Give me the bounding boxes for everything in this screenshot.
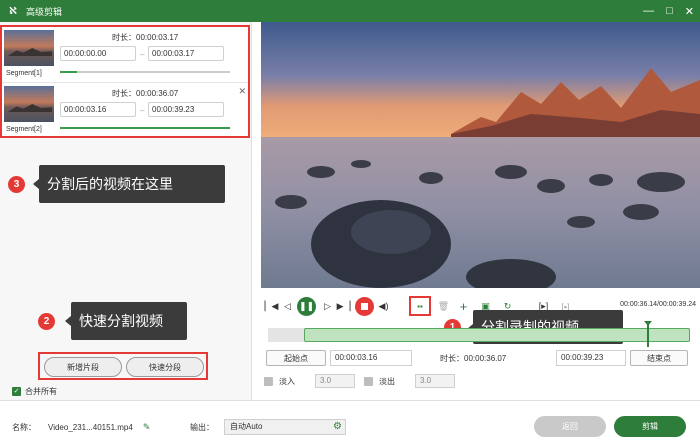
next-icon[interactable]: ▶▕ — [335, 298, 352, 315]
segment-item[interactable]: Segment[1] 时长：00:00:03.17 00:00:00.00 – … — [2, 28, 248, 82]
file-name-group: 名称： Video_231...40151.mp4 ✎ — [12, 422, 150, 433]
callout-3: 3 分割后的视频在这里 — [8, 165, 225, 203]
end-time-field[interactable]: 00:00:39.23 — [556, 350, 626, 366]
trim-duration: 时长：00:00:36.07 — [440, 354, 507, 363]
split-button[interactable]: ▪▪ — [409, 296, 431, 316]
new-segment-button[interactable]: 新增片段 — [44, 357, 122, 377]
bottom-bar: 名称： Video_231...40151.mp4 ✎ 输出： 自动Auto ⚙… — [0, 400, 700, 447]
merge-all-label: 合并所有 — [25, 387, 57, 396]
split-icon: ▪▪ — [417, 301, 423, 311]
segment-progress-fill — [60, 71, 77, 73]
volume-icon[interactable]: ◀) — [375, 298, 392, 315]
segment-thumbnail[interactable] — [4, 30, 54, 66]
output-format-value: 自动Auto — [230, 422, 263, 431]
name-label: 名称： — [12, 423, 36, 432]
segment-label: Segment[1] — [6, 70, 42, 77]
merge-all-option[interactable]: ✓ 合并所有 — [12, 386, 57, 397]
minimize-button[interactable]: — — [643, 5, 654, 17]
maximize-button[interactable]: □ — [666, 5, 673, 17]
gear-icon[interactable]: ⚙ — [333, 420, 342, 434]
timeline-track[interactable] — [268, 321, 690, 347]
output-label: 输出： — [190, 423, 214, 432]
set-end-button[interactable]: 结束点 — [630, 350, 688, 366]
segments-panel: Segment[1] 时长：00:00:03.17 00:00:00.00 – … — [0, 22, 252, 400]
segment-duration: 时长：00:00:36.07 — [112, 89, 179, 98]
segment-start-field[interactable]: 00:00:03.16 — [60, 102, 136, 117]
segment-range-dash: – — [140, 50, 145, 59]
callout-number: 2 — [38, 312, 55, 330]
segment-start-field[interactable]: 00:00:00.00 — [60, 46, 136, 61]
segment-divider — [2, 82, 248, 83]
fade-in-value[interactable]: 3.0 — [315, 374, 355, 388]
start-time-field[interactable]: 00:00:03.16 — [330, 350, 412, 366]
trim-row: 起始点 00:00:03.16 时长：00:00:36.07 00:00:39.… — [264, 350, 690, 366]
segment-duration: 时长：00:00:03.17 — [112, 33, 179, 42]
callout-text: 分割后的视频在这里 — [33, 165, 225, 203]
segment-label: Segment[2] — [6, 126, 42, 133]
stop-square — [361, 303, 368, 310]
callout-text: 快速分割视频 — [65, 302, 187, 340]
fade-out-control: 淡出 3.0 — [364, 374, 455, 388]
fade-out-value[interactable]: 3.0 — [415, 374, 455, 388]
segment-list: Segment[1] 时长：00:00:03.17 00:00:00.00 – … — [0, 25, 250, 138]
segment-end-field[interactable]: 00:00:39.23 — [148, 102, 224, 117]
window-title: 高级剪辑 — [26, 6, 63, 17]
fade-in-checkbox[interactable] — [264, 376, 273, 386]
app-logo-icon: ℵ — [9, 5, 17, 17]
set-start-button[interactable]: 起始点 — [266, 350, 326, 366]
segment-progress-bar — [60, 71, 230, 73]
merge-all-checkbox[interactable]: ✓ — [12, 387, 21, 396]
segment-progress-bar — [60, 127, 230, 129]
file-name: Video_231...40151.mp4 — [48, 423, 133, 432]
remove-segment-icon[interactable]: ✕ — [238, 86, 246, 97]
back-button[interactable]: 返回 — [534, 416, 606, 437]
quick-split-button[interactable]: 快速分段 — [126, 357, 204, 377]
edit-button[interactable]: 剪辑 — [614, 416, 686, 437]
start-label: 起始点 — [284, 353, 308, 363]
time-readout: 00:00:36.14/00:00:39.24 — [620, 301, 696, 308]
video-preview[interactable] — [261, 22, 700, 288]
title-bar: ℵ 高级剪辑 — □ ✕ — [0, 0, 700, 22]
end-label: 结束点 — [647, 353, 671, 363]
segment-thumbnail[interactable] — [4, 86, 54, 122]
segment-item[interactable]: Segment[2] 时长：00:00:36.07 00:00:03.16 – … — [2, 84, 248, 138]
prev-icon[interactable]: ▏◀ — [263, 298, 280, 315]
fade-out-checkbox[interactable] — [364, 376, 373, 386]
pause-icon[interactable]: ❚❚ — [297, 297, 316, 316]
split-buttons-highlight: 新增片段 快速分段 — [38, 352, 208, 380]
fade-in-label: 淡入 — [279, 376, 295, 386]
stop-icon[interactable] — [355, 297, 374, 316]
window-controls: — □ ✕ — [643, 0, 694, 22]
callout-2: 2 快速分割视频 — [38, 302, 187, 340]
preview-frame — [261, 22, 700, 288]
close-button[interactable]: ✕ — [685, 5, 694, 18]
segment-range-dash: – — [140, 106, 145, 115]
timeline-selection[interactable] — [304, 328, 690, 342]
step-back-icon[interactable]: ◁ — [279, 298, 296, 315]
timeline-playhead[interactable] — [644, 321, 652, 347]
fade-out-label: 淡出 — [379, 376, 395, 386]
edit-name-icon[interactable]: ✎ — [143, 422, 151, 433]
callout-number: 3 — [8, 175, 25, 193]
segment-progress-fill — [60, 127, 230, 129]
step-forward-icon[interactable]: ▷ — [319, 298, 336, 315]
output-format-select[interactable]: 自动Auto ⚙ — [224, 419, 346, 435]
fade-in-control: 淡入 3.0 — [264, 374, 355, 388]
segment-end-field[interactable]: 00:00:03.17 — [148, 46, 224, 61]
